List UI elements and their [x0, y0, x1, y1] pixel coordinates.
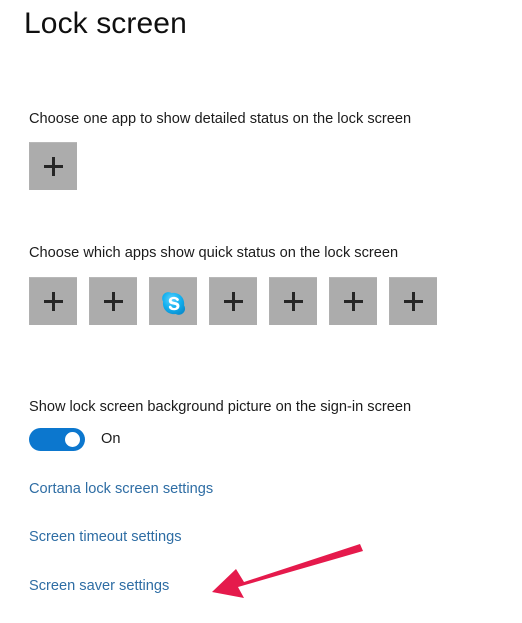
plus-icon — [404, 292, 423, 311]
detailed-status-label: Choose one app to show detailed status o… — [29, 111, 412, 127]
background-picture-toggle-row: On — [29, 428, 120, 451]
quick-status-label: Choose which apps show quick status on t… — [29, 245, 399, 261]
app-tile-skype[interactable] — [149, 277, 197, 325]
add-app-tile-quick-7[interactable] — [389, 277, 437, 325]
background-picture-toggle[interactable] — [29, 428, 85, 451]
toggle-knob — [65, 432, 80, 447]
add-app-tile-quick-4[interactable] — [209, 277, 257, 325]
plus-icon — [284, 292, 303, 311]
skype-icon — [161, 291, 185, 315]
plus-icon — [224, 292, 243, 311]
background-picture-label: Show lock screen background picture on t… — [29, 399, 412, 415]
link-screen-saver-settings[interactable]: Screen saver settings — [29, 576, 169, 596]
plus-icon — [344, 292, 363, 311]
add-app-tile-quick-1[interactable] — [29, 277, 77, 325]
link-cortana-lock-screen-settings[interactable]: Cortana lock screen settings — [29, 479, 213, 499]
lock-screen-settings-page: Lock screen Choose one app to show detai… — [0, 0, 522, 623]
annotation-arrow-icon — [212, 544, 363, 598]
add-app-tile-quick-2[interactable] — [89, 277, 137, 325]
page-title: Lock screen — [24, 7, 187, 40]
plus-icon — [104, 292, 123, 311]
plus-icon — [44, 157, 63, 176]
add-app-tile-quick-6[interactable] — [329, 277, 377, 325]
add-app-tile-detailed[interactable] — [29, 142, 77, 190]
link-screen-timeout-settings[interactable]: Screen timeout settings — [29, 527, 182, 547]
plus-icon — [44, 292, 63, 311]
add-app-tile-quick-5[interactable] — [269, 277, 317, 325]
toggle-state-label: On — [101, 431, 121, 447]
